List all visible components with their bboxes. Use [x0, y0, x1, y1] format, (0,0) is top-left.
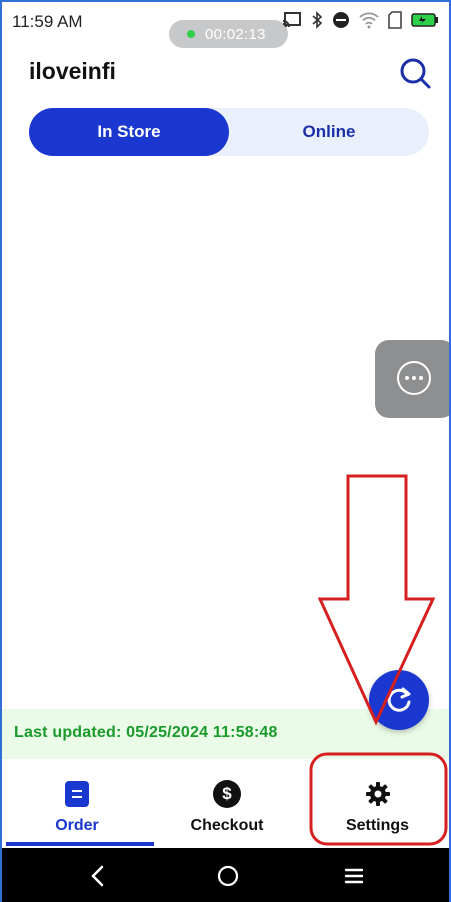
recents-icon	[344, 868, 364, 884]
search-button[interactable]	[397, 56, 433, 92]
order-type-toggle: In Store Online	[29, 108, 429, 156]
bluetooth-icon	[312, 11, 323, 29]
cast-icon	[282, 12, 301, 28]
home-button[interactable]	[212, 860, 244, 892]
home-icon	[217, 865, 239, 887]
nav-settings-label: Settings	[345, 817, 410, 834]
nav-checkout[interactable]: $ Checkout	[152, 759, 302, 847]
battery-icon	[411, 13, 438, 27]
do-not-disturb-icon	[333, 12, 349, 28]
app-screen: 11:59 AM 00:02:13 iloveinfi In Store Onl…	[0, 0, 451, 902]
nav-order-label: Order	[55, 817, 99, 834]
recents-button[interactable]	[338, 860, 370, 892]
status-bar: 11:59 AM 00:02:13	[2, 2, 449, 48]
sim-icon	[388, 11, 402, 29]
bottom-navigation: Order $ Checkout Settings	[2, 759, 449, 847]
back-button[interactable]	[82, 860, 114, 892]
active-tab-indicator	[6, 842, 154, 846]
recording-indicator-icon	[187, 30, 195, 38]
nav-order[interactable]: Order	[2, 759, 152, 847]
dollar-icon: $	[213, 780, 241, 808]
floating-more-button[interactable]	[375, 340, 449, 418]
refresh-icon	[387, 687, 411, 712]
last-updated-text: Last updated: 05/25/2024 11:58:48	[14, 724, 278, 741]
search-icon	[400, 58, 431, 89]
wifi-icon	[359, 12, 379, 29]
back-icon	[91, 865, 104, 887]
screen-recording-pill[interactable]: 00:02:13	[169, 20, 288, 48]
gear-icon	[365, 782, 390, 806]
system-navigation-bar	[2, 848, 449, 902]
status-icons	[282, 11, 439, 29]
store-name-title: iloveinfi	[29, 58, 116, 84]
recording-timer: 00:02:13	[205, 25, 266, 43]
tab-online[interactable]: Online	[229, 108, 429, 156]
nav-checkout-label: Checkout	[190, 817, 264, 834]
tab-in-store[interactable]: In Store	[29, 108, 229, 156]
refresh-button[interactable]	[369, 670, 429, 730]
more-horizontal-icon	[397, 361, 431, 395]
status-time: 11:59 AM	[12, 12, 83, 31]
order-icon	[65, 781, 89, 807]
nav-settings[interactable]: Settings	[302, 759, 449, 847]
